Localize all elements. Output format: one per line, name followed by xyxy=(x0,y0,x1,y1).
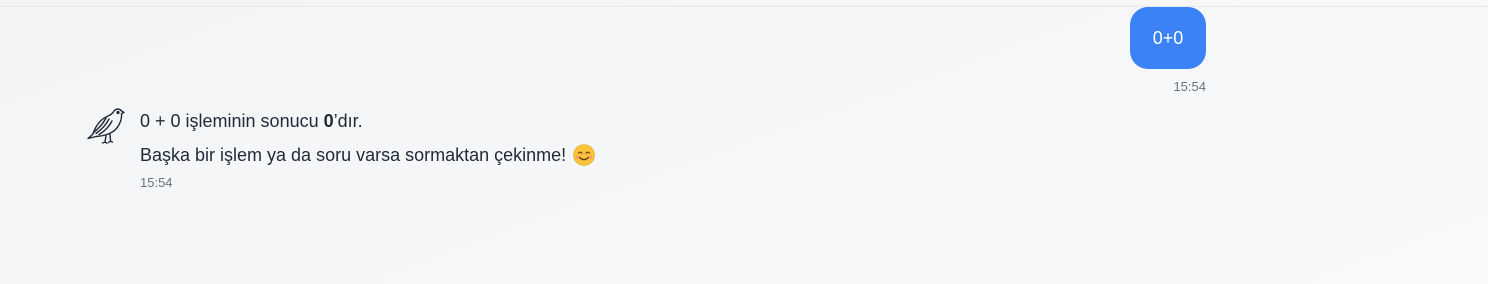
follow-up-text: Başka bir işlem ya da soru varsa sormakt… xyxy=(140,145,567,165)
chat-area: 0+0 15:54 0 + 0 işleminin sonucu 0’dır. … xyxy=(0,0,1488,284)
assistant-message-line-1: 0 + 0 işleminin sonucu 0’dır. xyxy=(140,110,595,132)
result-value: 0 xyxy=(323,111,334,131)
user-message-timestamp: 15:54 xyxy=(1173,79,1206,94)
user-message: 0+0 15:54 xyxy=(1130,7,1206,94)
result-text-suffix: ’dır. xyxy=(333,111,363,131)
assistant-message-line-2: Başka bir işlem ya da soru varsa sormakt… xyxy=(140,144,595,166)
assistant-message: 0 + 0 işleminin sonucu 0’dır. Başka bir … xyxy=(84,102,595,190)
user-message-text: 0+0 xyxy=(1152,28,1184,48)
user-message-bubble: 0+0 xyxy=(1130,7,1206,69)
dove-icon xyxy=(87,108,125,144)
assistant-message-timestamp: 15:54 xyxy=(140,175,173,190)
assistant-message-body: 0 + 0 işleminin sonucu 0’dır. Başka bir … xyxy=(140,102,595,190)
result-text-prefix: 0 + 0 işleminin sonucu xyxy=(140,111,324,131)
smiling-face-icon xyxy=(573,144,595,166)
